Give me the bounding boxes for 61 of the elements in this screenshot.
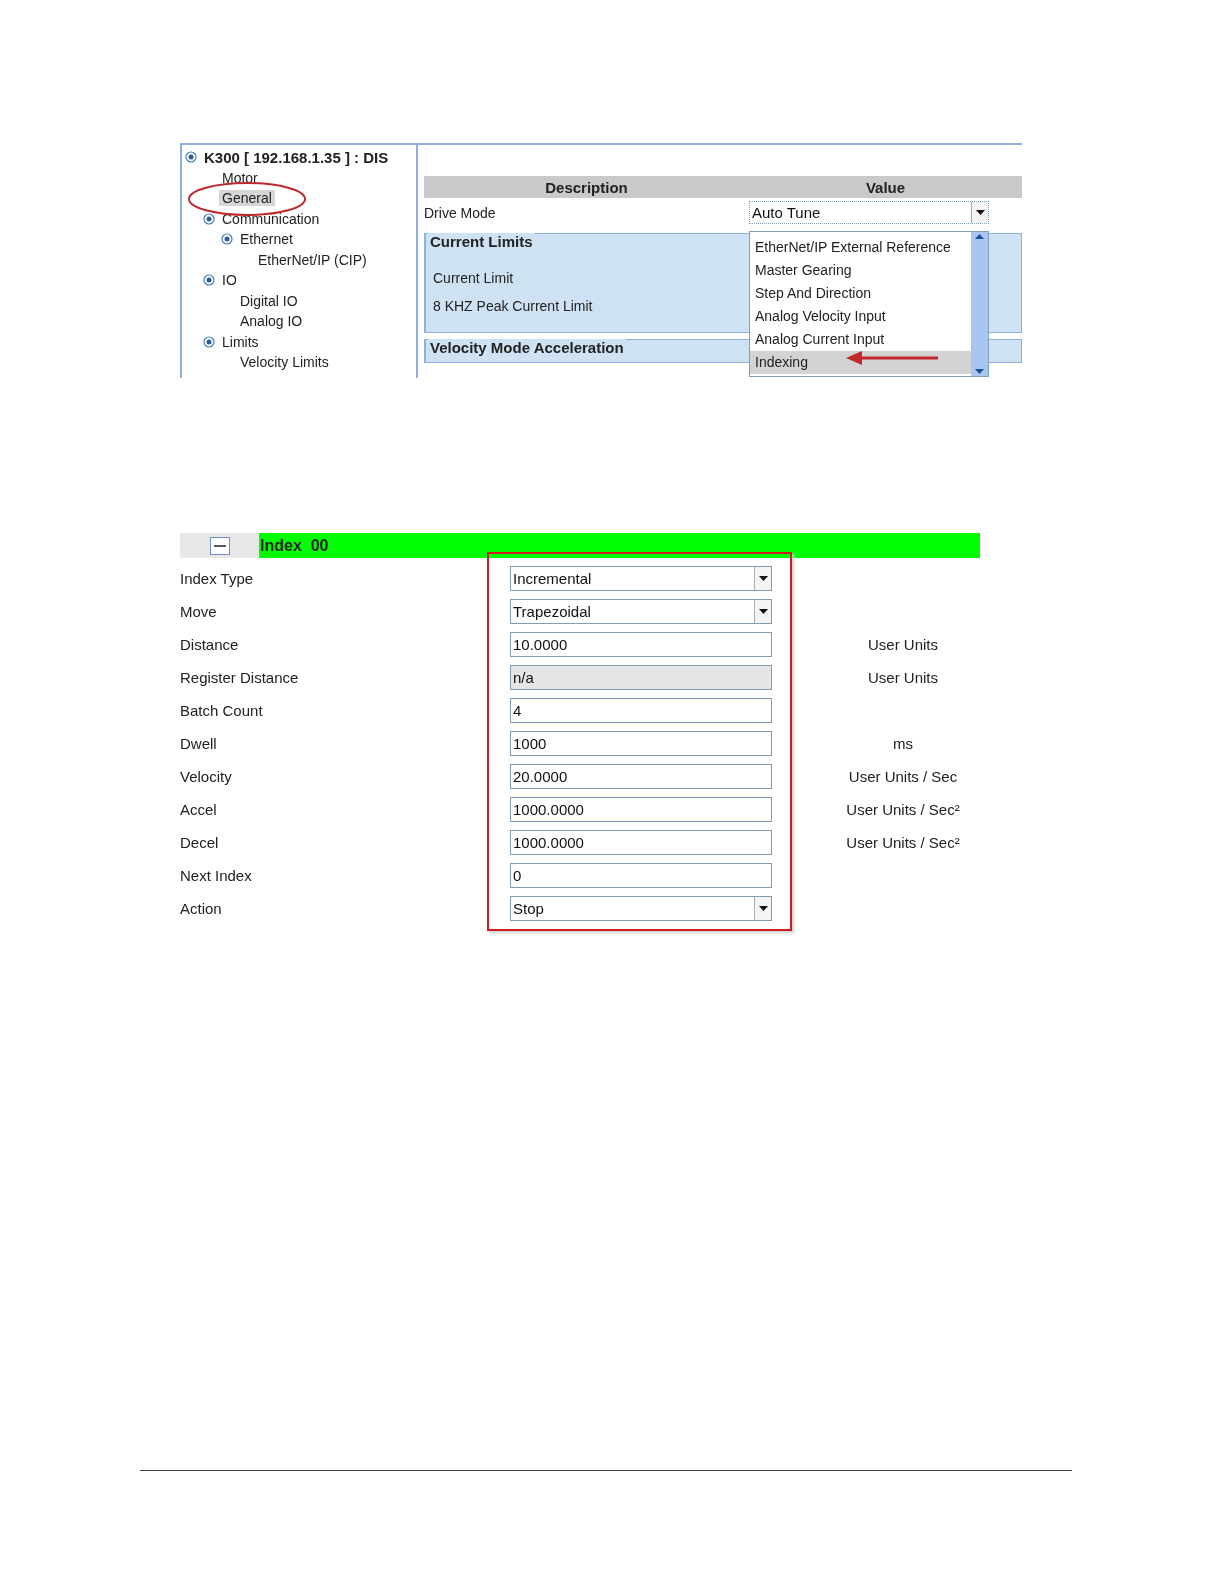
input-field[interactable]: 10.0000 [510,632,772,657]
dropdown[interactable]: Incremental [510,566,772,591]
scroll-up-icon[interactable] [975,234,984,239]
input-field[interactable]: 4 [510,698,772,723]
collapse-icon[interactable] [209,536,230,555]
field-label: Index Type [180,569,254,589]
tree-node-icon[interactable] [203,212,215,225]
dropdown[interactable]: Auto Tune [749,201,989,224]
scroll-down-icon[interactable] [975,369,984,374]
unit-label: ms [893,734,913,754]
dropdown-option[interactable]: Indexing [750,351,971,374]
tree-item[interactable]: Limits [219,333,262,350]
caret-icon [758,609,768,614]
unit-label: User Units [868,635,938,655]
input-field[interactable]: 1000.0000 [510,830,772,855]
input-field[interactable]: 1000.0000 [510,797,772,822]
tree-item[interactable]: Communication [219,210,323,227]
tree-item[interactable]: General [219,190,275,207]
tree-node-icon[interactable] [203,335,215,348]
field-label: Drive Mode [424,204,497,221]
tree-item[interactable]: Ethernet [237,231,296,248]
tree-item[interactable]: Analog IO [237,313,306,330]
tree-item[interactable]: EtherNet/IP (CIP) [255,251,370,268]
unit-label: User Units / Sec² [846,833,960,853]
input-field[interactable]: 20.0000 [510,764,772,789]
field-label: 8 KHZ Peak Current Limit [433,298,593,314]
field-label: Accel [180,800,217,820]
unit-label: User Units / Sec² [846,800,960,820]
dropdown[interactable]: Trapezoidal [510,599,772,624]
caret-icon [758,576,768,581]
field-label: Register Distance [180,668,299,688]
field-label: Decel [180,833,219,853]
group-title: Current Limits [428,233,535,250]
tree-node-icon[interactable] [185,151,197,164]
tree-node-icon[interactable] [203,274,215,287]
caret-icon [975,210,985,215]
tree-item[interactable]: IO [219,272,240,289]
index-title: Index 00 [259,533,980,558]
field-label: Dwell [180,734,217,754]
column-header: Value [864,178,907,196]
column-header: Description [544,178,629,196]
input-field[interactable]: 1000 [510,731,772,756]
field-label: Distance [180,635,239,655]
field-label: Next Index [180,866,252,886]
unit-label: User Units / Sec [848,767,958,787]
field-label: Batch Count [180,701,263,721]
tree-item[interactable]: K300 [ 192.168.1.35 ] : DIS [201,148,392,166]
caret-icon [758,906,768,911]
scrollbar[interactable] [971,232,988,376]
dropdown[interactable]: Stop [510,896,772,921]
input-field[interactable]: 0 [510,863,772,888]
field-label: Action [180,899,222,919]
tree-item[interactable]: Motor [219,169,261,186]
field-label: Current Limit [433,270,514,286]
tree-item[interactable]: Digital IO [237,292,301,309]
tree-node-icon[interactable] [221,233,233,246]
unit-label: User Units [868,668,938,688]
field-label: Velocity [180,767,232,787]
tree-item[interactable]: Velocity Limits [237,354,332,371]
group-title: Velocity Mode Acceleration [428,339,626,356]
field-label: Move [180,602,217,622]
